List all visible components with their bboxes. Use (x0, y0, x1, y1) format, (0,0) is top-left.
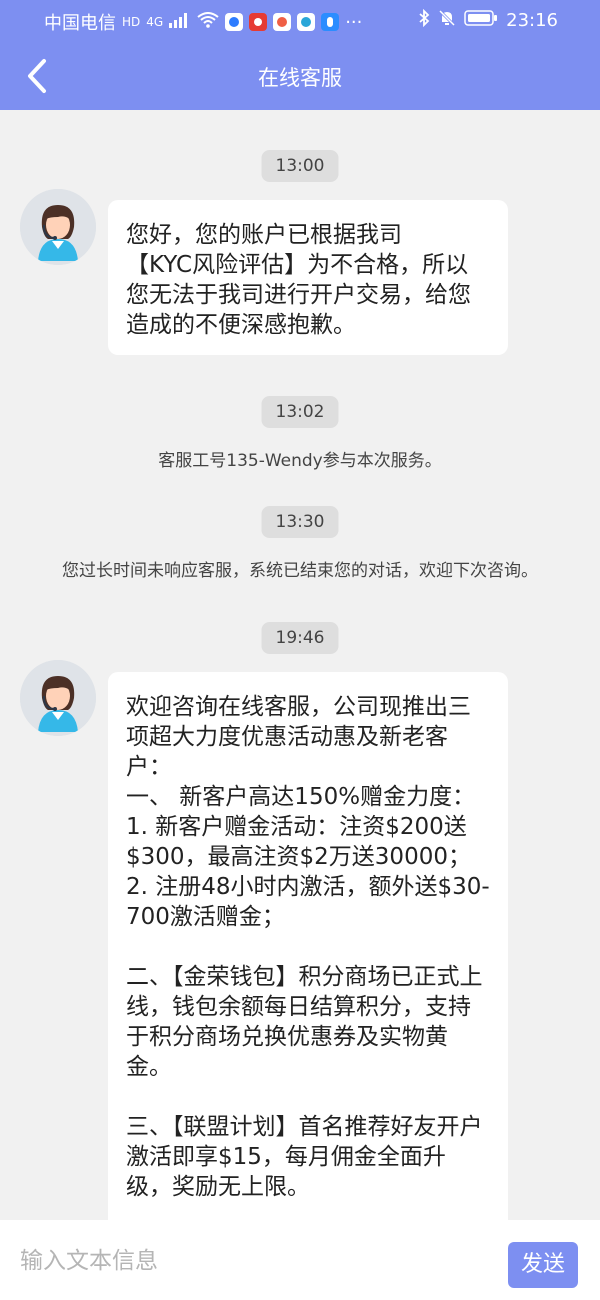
input-bar: 发送 (0, 1220, 600, 1300)
mute-icon (438, 9, 456, 32)
status-time: 23:16 (506, 10, 558, 31)
agent-avatar-icon (20, 189, 96, 265)
bluetooth-icon (418, 8, 430, 32)
status-right: 23:16 (418, 8, 558, 32)
more-icon: ··· (345, 11, 363, 33)
agent-message-bubble: 您好，您的账户已根据我司 【KYC风险评估】为不合格，所以您无法于我司进行开户交… (108, 200, 508, 355)
timestamp: 19:46 (261, 622, 339, 654)
page-title: 在线客服 (258, 66, 342, 90)
send-button[interactable]: 发送 (508, 1242, 578, 1288)
app-header: 中国电信 HD 4G ··· 23:16 在线客服 (0, 0, 600, 110)
timestamp: 13:30 (261, 506, 339, 538)
battery-icon (464, 10, 498, 31)
message-input[interactable] (18, 1242, 492, 1280)
signal-icon (169, 12, 191, 33)
timestamp: 13:02 (261, 396, 339, 428)
bulb-icon (321, 13, 340, 31)
stock-app-icon (249, 13, 268, 31)
system-message: 客服工号135-Wendy参与本次服务。 (158, 451, 442, 471)
network-label: 4G (146, 15, 164, 29)
news-app-icon (273, 13, 292, 31)
system-message: 您过长时间未响应客服，系统已结束您的对话，欢迎下次咨询。 (62, 561, 538, 581)
wifi-icon (197, 11, 219, 33)
hd-badge: HD (122, 15, 141, 29)
browser-icon (297, 13, 316, 31)
chat-area[interactable]: 13:00 您好，您的账户已根据我司 【KYC风险评估】为不合格，所以您无法于我… (0, 110, 600, 1220)
timestamp: 13:00 (261, 150, 339, 182)
carrier-label: 中国电信 (44, 13, 116, 34)
title-row: 在线客服 (0, 44, 600, 106)
shield-icon (225, 13, 244, 31)
agent-message-bubble: 欢迎咨询在线客服，公司现推出三项超大力度优惠活动惠及新老客户： 一、 新客户高达… (108, 672, 508, 1220)
agent-avatar (20, 660, 96, 736)
status-bar: 中国电信 HD 4G ··· 23:16 (0, 0, 600, 40)
status-left: 中国电信 HD 4G ··· (44, 9, 362, 35)
agent-avatar-icon (20, 660, 96, 736)
agent-avatar (20, 189, 96, 265)
